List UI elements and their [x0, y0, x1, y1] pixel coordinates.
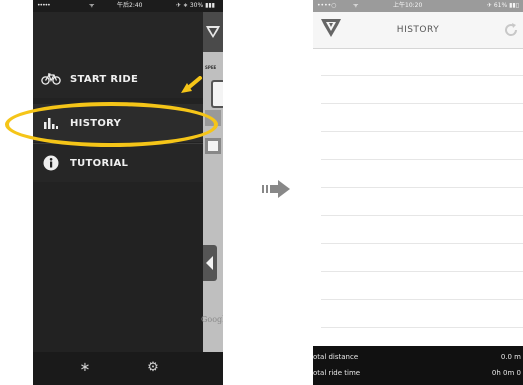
list-separator	[321, 159, 523, 160]
gear-icon[interactable]: ⚙	[145, 360, 161, 376]
total-ride-time-label: otal ride time	[313, 369, 361, 377]
battery-indicator: ✈ 61% ▮▮▯	[486, 2, 519, 9]
carrier-signal: ••••○	[317, 2, 337, 9]
list-separator	[321, 271, 523, 272]
history-highlight-ellipse	[5, 102, 218, 147]
layers-button[interactable]	[205, 138, 221, 154]
map-side-panel: SPEE Google	[201, 12, 223, 352]
summary-footer: otal distance 0.0 m otal ride time 0h 0m…	[313, 346, 523, 385]
menu-header	[33, 12, 203, 60]
speed-label: SPEE	[205, 65, 217, 70]
menu-item-tutorial[interactable]: TUTORIAL	[33, 143, 203, 182]
list-separator	[321, 299, 523, 300]
list-separator	[321, 75, 523, 76]
list-separator	[321, 327, 523, 328]
bicycle-icon	[40, 71, 62, 87]
transition-arrow-icon	[262, 180, 290, 198]
list-separator	[321, 243, 523, 244]
battery-indicator: ✈ ∗ 30% ▮▮▮	[175, 2, 215, 9]
menu-item-label: TUTORIAL	[70, 157, 129, 169]
bottom-toolbar: ∗ ⚙	[33, 352, 223, 385]
info-icon	[40, 155, 62, 171]
map-toggle-button[interactable]	[211, 80, 223, 108]
list-separator	[321, 131, 523, 132]
status-time: 上午10:20	[393, 2, 423, 9]
status-time: 午后2:40	[117, 2, 143, 9]
wifi-icon: ᯤ	[89, 2, 95, 9]
page-title: HISTORY	[396, 25, 440, 35]
bluetooth-icon[interactable]: ∗	[77, 360, 93, 376]
navigation-bar: HISTORY	[313, 12, 523, 49]
pointer-arrow-icon	[181, 76, 202, 93]
total-distance-row: otal distance 0.0 m	[313, 350, 523, 364]
panel-header	[203, 12, 223, 52]
list-separator	[321, 215, 523, 216]
collapse-tab[interactable]	[203, 245, 217, 281]
wifi-icon: ᯤ	[353, 2, 359, 9]
left-phone-screen: ••••• ᯤ 午后2:40 ✈ ∗ 30% ▮▮▮ START RIDE HI…	[33, 0, 223, 385]
list-separator	[321, 103, 523, 104]
total-ride-time-row: otal ride time 0h 0m 0	[313, 366, 523, 380]
list-separator	[321, 187, 523, 188]
status-bar: ••••○ ᯤ 上午10:20 ✈ 61% ▮▮▯	[313, 0, 523, 12]
right-phone-screen: ••••○ ᯤ 上午10:20 ✈ 61% ▮▮▯ HISTORY otal d…	[313, 0, 523, 385]
status-bar: ••••• ᯤ 午后2:40 ✈ ∗ 30% ▮▮▮	[33, 0, 223, 12]
google-logo: Google	[201, 315, 223, 324]
refresh-icon[interactable]	[503, 22, 519, 38]
total-distance-label: otal distance	[313, 353, 359, 361]
menu-item-label: START RIDE	[70, 73, 139, 85]
brand-logo-icon	[206, 26, 220, 38]
total-ride-time-value: 0h 0m 0	[491, 369, 521, 377]
carrier-signal: •••••	[37, 2, 51, 9]
total-distance-value: 0.0 m	[500, 353, 521, 361]
